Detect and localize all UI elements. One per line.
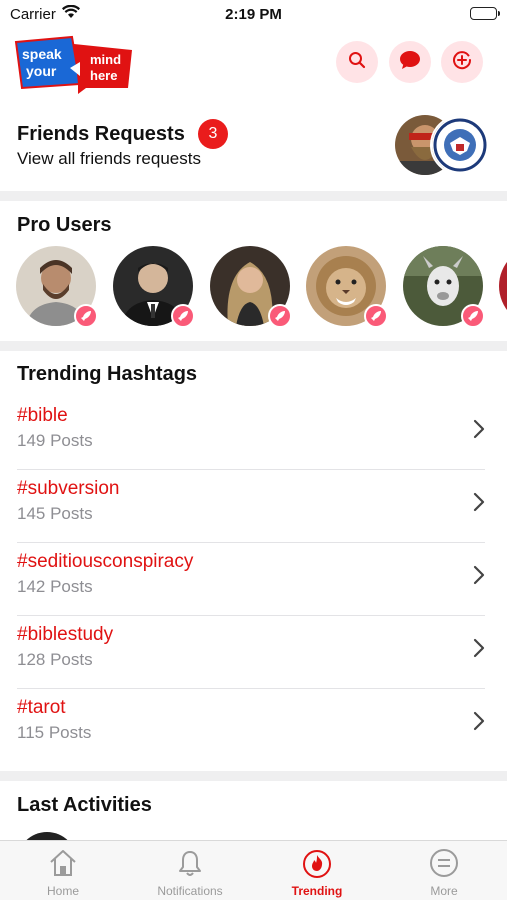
chevron-right-icon: [473, 638, 485, 663]
hashtag-name: #tarot: [17, 697, 66, 718]
pro-badge-rocket-icon: [268, 304, 292, 328]
last-activities-title: Last Activities: [17, 794, 152, 816]
hashtag-row[interactable]: #bible 149 Posts: [0, 397, 507, 470]
tab-home[interactable]: Home: [0, 841, 126, 900]
trending-hashtags-title: Trending Hashtags: [17, 363, 198, 385]
hashtag-post-count: 115 Posts: [17, 723, 92, 742]
chevron-right-icon: [473, 492, 485, 517]
tab-trending[interactable]: Trending: [254, 841, 380, 900]
hashtag-row[interactable]: #subversion 145 Posts: [0, 470, 507, 543]
logo-text-1: speak: [22, 46, 62, 62]
add-post-button[interactable]: [441, 41, 483, 83]
search-icon: [348, 51, 366, 74]
friend-requests-title: Friends Requests: [17, 123, 185, 145]
bell-icon: [174, 847, 206, 879]
pro-user-avatar[interactable]: [210, 246, 292, 328]
view-all-friend-requests-link[interactable]: View all friends requests: [17, 149, 201, 169]
hashtag-name: #subversion: [17, 478, 120, 499]
app-header: speak your mind here: [0, 30, 507, 102]
bottom-tab-bar: Home Notifications Trending More: [0, 840, 507, 900]
app-logo: speak your mind here: [14, 34, 136, 94]
chevron-right-icon: [473, 711, 485, 736]
hashtag-post-count: 142 Posts: [17, 577, 93, 596]
friend-requests-row[interactable]: Friends Requests 3 View all friends requ…: [0, 108, 507, 188]
pro-users-title: Pro Users: [17, 214, 112, 236]
search-button[interactable]: [336, 41, 378, 83]
logo-text-3: mind: [90, 52, 121, 67]
pro-user-avatar[interactable]: [306, 246, 388, 328]
logo-text-4: here: [90, 68, 117, 83]
logo-text-2: your: [26, 63, 57, 79]
messages-button[interactable]: [389, 41, 431, 83]
requester-avatar-seal: [430, 115, 490, 175]
pro-user-avatar[interactable]: [113, 246, 195, 328]
hashtag-name: #biblestudy: [17, 624, 114, 645]
hashtag-name: #seditiousconspiracy: [17, 551, 194, 572]
pro-user-avatar[interactable]: [403, 246, 485, 328]
home-icon: [47, 847, 79, 879]
tab-more-label: More: [430, 884, 458, 898]
status-bar: Carrier 2:19 PM: [0, 0, 507, 30]
section-divider: [0, 771, 507, 781]
chevron-right-icon: [473, 565, 485, 590]
hashtag-post-count: 149 Posts: [17, 431, 93, 450]
pro-users-carousel[interactable]: [0, 246, 507, 330]
flame-icon: [301, 847, 333, 879]
add-post-icon: [452, 50, 472, 75]
pro-badge-rocket-icon: [364, 304, 388, 328]
friend-requests-count-badge: 3: [198, 119, 228, 149]
pro-badge-rocket-icon: [171, 304, 195, 328]
clock-label: 2:19 PM: [225, 6, 282, 23]
tab-trending-label: Trending: [291, 884, 343, 898]
section-divider: [0, 341, 507, 351]
tab-notifications-label: Notifications: [157, 884, 223, 898]
tab-more[interactable]: More: [381, 841, 507, 900]
pro-badge-rocket-icon: [461, 304, 485, 328]
more-icon: [428, 847, 460, 879]
section-divider: [0, 191, 507, 201]
pro-user-avatar[interactable]: [499, 246, 507, 326]
hashtag-post-count: 128 Posts: [17, 650, 93, 669]
tab-home-label: Home: [46, 884, 79, 898]
hashtag-row[interactable]: #seditiousconspiracy 142 Posts: [0, 543, 507, 616]
pro-user-avatar[interactable]: [16, 246, 98, 328]
hashtag-name: #bible: [17, 405, 68, 426]
tab-notifications[interactable]: Notifications: [127, 841, 253, 900]
chevron-right-icon: [473, 419, 485, 444]
chat-bubble-icon: [399, 50, 421, 75]
hashtag-row[interactable]: #tarot 115 Posts: [0, 689, 507, 762]
hashtag-row[interactable]: #biblestudy 128 Posts: [0, 616, 507, 689]
battery-icon: [470, 7, 500, 20]
hashtag-post-count: 145 Posts: [17, 504, 93, 523]
pro-badge-rocket-icon: [74, 304, 98, 328]
